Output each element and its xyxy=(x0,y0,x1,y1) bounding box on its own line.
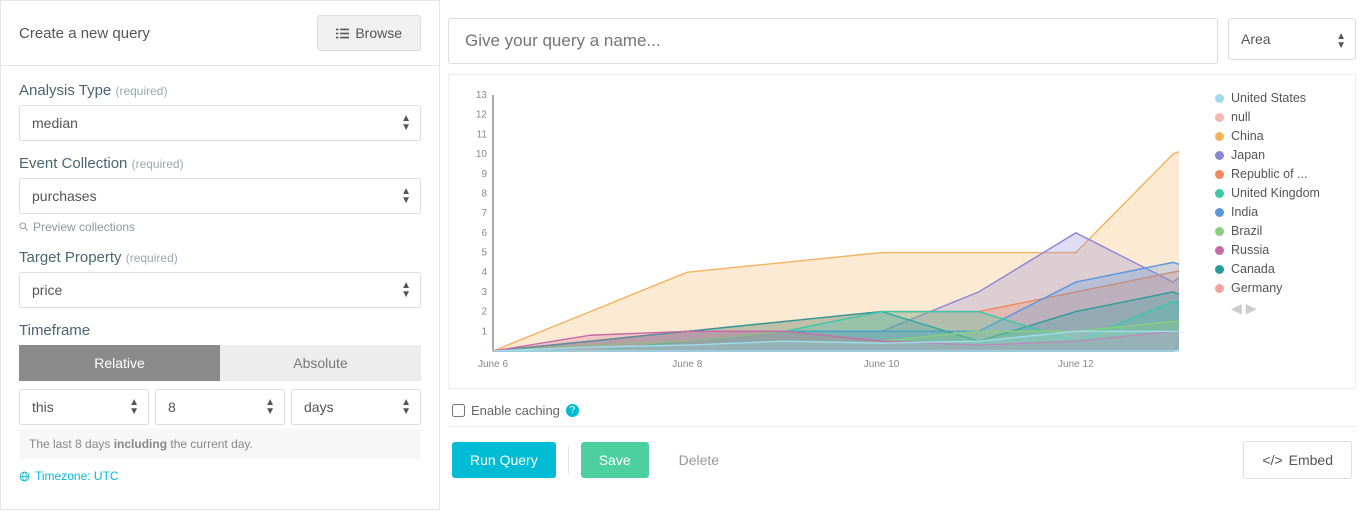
legend-label: Republic of ... xyxy=(1231,167,1307,181)
legend-item[interactable]: United States xyxy=(1215,91,1345,105)
help-icon[interactable]: ? xyxy=(566,404,579,417)
legend-item[interactable]: United Kingdom xyxy=(1215,186,1345,200)
timeframe-tabs: Relative Absolute xyxy=(19,345,421,381)
search-icon xyxy=(19,222,29,232)
query-name-input[interactable] xyxy=(448,18,1218,64)
target-property-select[interactable]: price xyxy=(19,272,421,308)
preview-collections-link[interactable]: Preview collections xyxy=(19,220,135,234)
code-icon: </> xyxy=(1262,452,1282,468)
legend-next-icon[interactable]: ▶ xyxy=(1246,300,1257,316)
svg-text:6: 6 xyxy=(481,228,487,239)
legend-label: United Kingdom xyxy=(1231,186,1320,200)
chart-legend: United States null China Japan Republic of .… xyxy=(1215,85,1345,378)
legend-item[interactable]: Canada xyxy=(1215,262,1345,276)
svg-text:10: 10 xyxy=(476,149,488,160)
legend-item[interactable]: Republic of ... xyxy=(1215,167,1345,181)
legend-item[interactable]: India xyxy=(1215,205,1345,219)
svg-text:7: 7 xyxy=(481,208,487,219)
event-collection-group: Event Collection (required) purchases Pr… xyxy=(19,155,421,235)
save-button[interactable]: Save xyxy=(581,442,649,478)
legend-label: null xyxy=(1231,110,1250,124)
legend-item[interactable]: Brazil xyxy=(1215,224,1345,238)
legend-prev-icon[interactable]: ◀ xyxy=(1231,300,1242,316)
target-property-label: Target Property (required) xyxy=(19,249,178,266)
svg-text:9: 9 xyxy=(481,169,487,180)
results-header: Area xyxy=(448,0,1356,74)
timeframe-note: The last 8 days including the current da… xyxy=(19,429,421,459)
legend-dot-icon xyxy=(1215,170,1224,179)
enable-caching-label: Enable caching xyxy=(471,403,560,418)
area-chart: 12345678910111213June 6June 8June 10June… xyxy=(459,85,1179,375)
event-collection-select[interactable]: purchases xyxy=(19,178,421,214)
legend-dot-icon xyxy=(1215,132,1224,141)
svg-text:5: 5 xyxy=(481,248,487,259)
legend-dot-icon xyxy=(1215,151,1224,160)
globe-icon xyxy=(19,471,30,482)
legend-item[interactable]: Germany xyxy=(1215,281,1345,295)
legend-dot-icon xyxy=(1215,227,1224,236)
panel-header: Create a new query Browse xyxy=(1,1,439,66)
timeframe-label: Timeframe xyxy=(19,322,90,339)
legend-dot-icon xyxy=(1215,189,1224,198)
target-property-group: Target Property (required) price xyxy=(19,249,421,308)
svg-text:2: 2 xyxy=(481,307,487,318)
analysis-type-group: Analysis Type (required) median xyxy=(19,82,421,141)
svg-text:12: 12 xyxy=(476,110,488,121)
chart-container: 12345678910111213June 6June 8June 10June… xyxy=(448,74,1356,389)
legend-label: Japan xyxy=(1231,148,1265,162)
caching-row: Enable caching ? xyxy=(448,389,1356,426)
legend-dot-icon xyxy=(1215,284,1224,293)
legend-label: Brazil xyxy=(1231,224,1262,238)
svg-text:8: 8 xyxy=(481,188,487,199)
results-panel: Area 12345678910111213June 6June 8June 1… xyxy=(440,0,1364,510)
legend-label: Canada xyxy=(1231,262,1275,276)
svg-text:1: 1 xyxy=(481,326,487,337)
panel-title: Create a new query xyxy=(19,25,150,42)
timezone-link[interactable]: Timezone: UTC xyxy=(19,469,119,483)
legend-label: China xyxy=(1231,129,1264,143)
legend-dot-icon xyxy=(1215,113,1224,122)
svg-text:June 6: June 6 xyxy=(478,359,508,370)
divider xyxy=(568,446,569,474)
svg-text:June 12: June 12 xyxy=(1058,359,1094,370)
list-icon xyxy=(336,27,349,40)
tab-absolute[interactable]: Absolute xyxy=(220,345,421,381)
enable-caching-checkbox[interactable] xyxy=(452,404,465,417)
embed-button[interactable]: </> Embed xyxy=(1243,441,1352,479)
tab-relative[interactable]: Relative xyxy=(19,345,220,381)
legend-dot-icon xyxy=(1215,246,1224,255)
browse-button[interactable]: Browse xyxy=(317,15,421,51)
svg-text:June 10: June 10 xyxy=(864,359,900,370)
timeframe-group: Timeframe Relative Absolute this days xyxy=(19,322,421,485)
analysis-type-select[interactable]: median xyxy=(19,105,421,141)
relative-scope-select[interactable]: this xyxy=(19,389,149,425)
chart-type-select[interactable]: Area xyxy=(1228,18,1356,60)
legend-label: India xyxy=(1231,205,1258,219)
legend-item[interactable]: Japan xyxy=(1215,148,1345,162)
legend-dot-icon xyxy=(1215,265,1224,274)
run-query-button[interactable]: Run Query xyxy=(452,442,556,478)
legend-item[interactable]: China xyxy=(1215,129,1345,143)
legend-dot-icon xyxy=(1215,208,1224,217)
event-collection-label: Event Collection (required) xyxy=(19,155,184,172)
legend-item[interactable]: null xyxy=(1215,110,1345,124)
svg-text:3: 3 xyxy=(481,287,487,298)
legend-dot-icon xyxy=(1215,94,1224,103)
action-bar: Run Query Save Delete </> Embed xyxy=(448,426,1356,493)
legend-label: United States xyxy=(1231,91,1306,105)
delete-button[interactable]: Delete xyxy=(661,442,737,478)
relative-amount-input[interactable] xyxy=(155,389,285,425)
legend-label: Russia xyxy=(1231,243,1269,257)
query-builder-panel: Create a new query Browse Analysis Type … xyxy=(0,0,440,510)
legend-item[interactable]: Russia xyxy=(1215,243,1345,257)
svg-text:11: 11 xyxy=(477,129,488,140)
legend-label: Germany xyxy=(1231,281,1282,295)
form-area: Analysis Type (required) median Event Co… xyxy=(1,66,439,509)
svg-text:4: 4 xyxy=(481,267,487,278)
svg-text:June 8: June 8 xyxy=(672,359,702,370)
svg-text:13: 13 xyxy=(476,90,488,101)
analysis-type-label: Analysis Type (required) xyxy=(19,82,167,99)
relative-unit-select[interactable]: days xyxy=(291,389,421,425)
